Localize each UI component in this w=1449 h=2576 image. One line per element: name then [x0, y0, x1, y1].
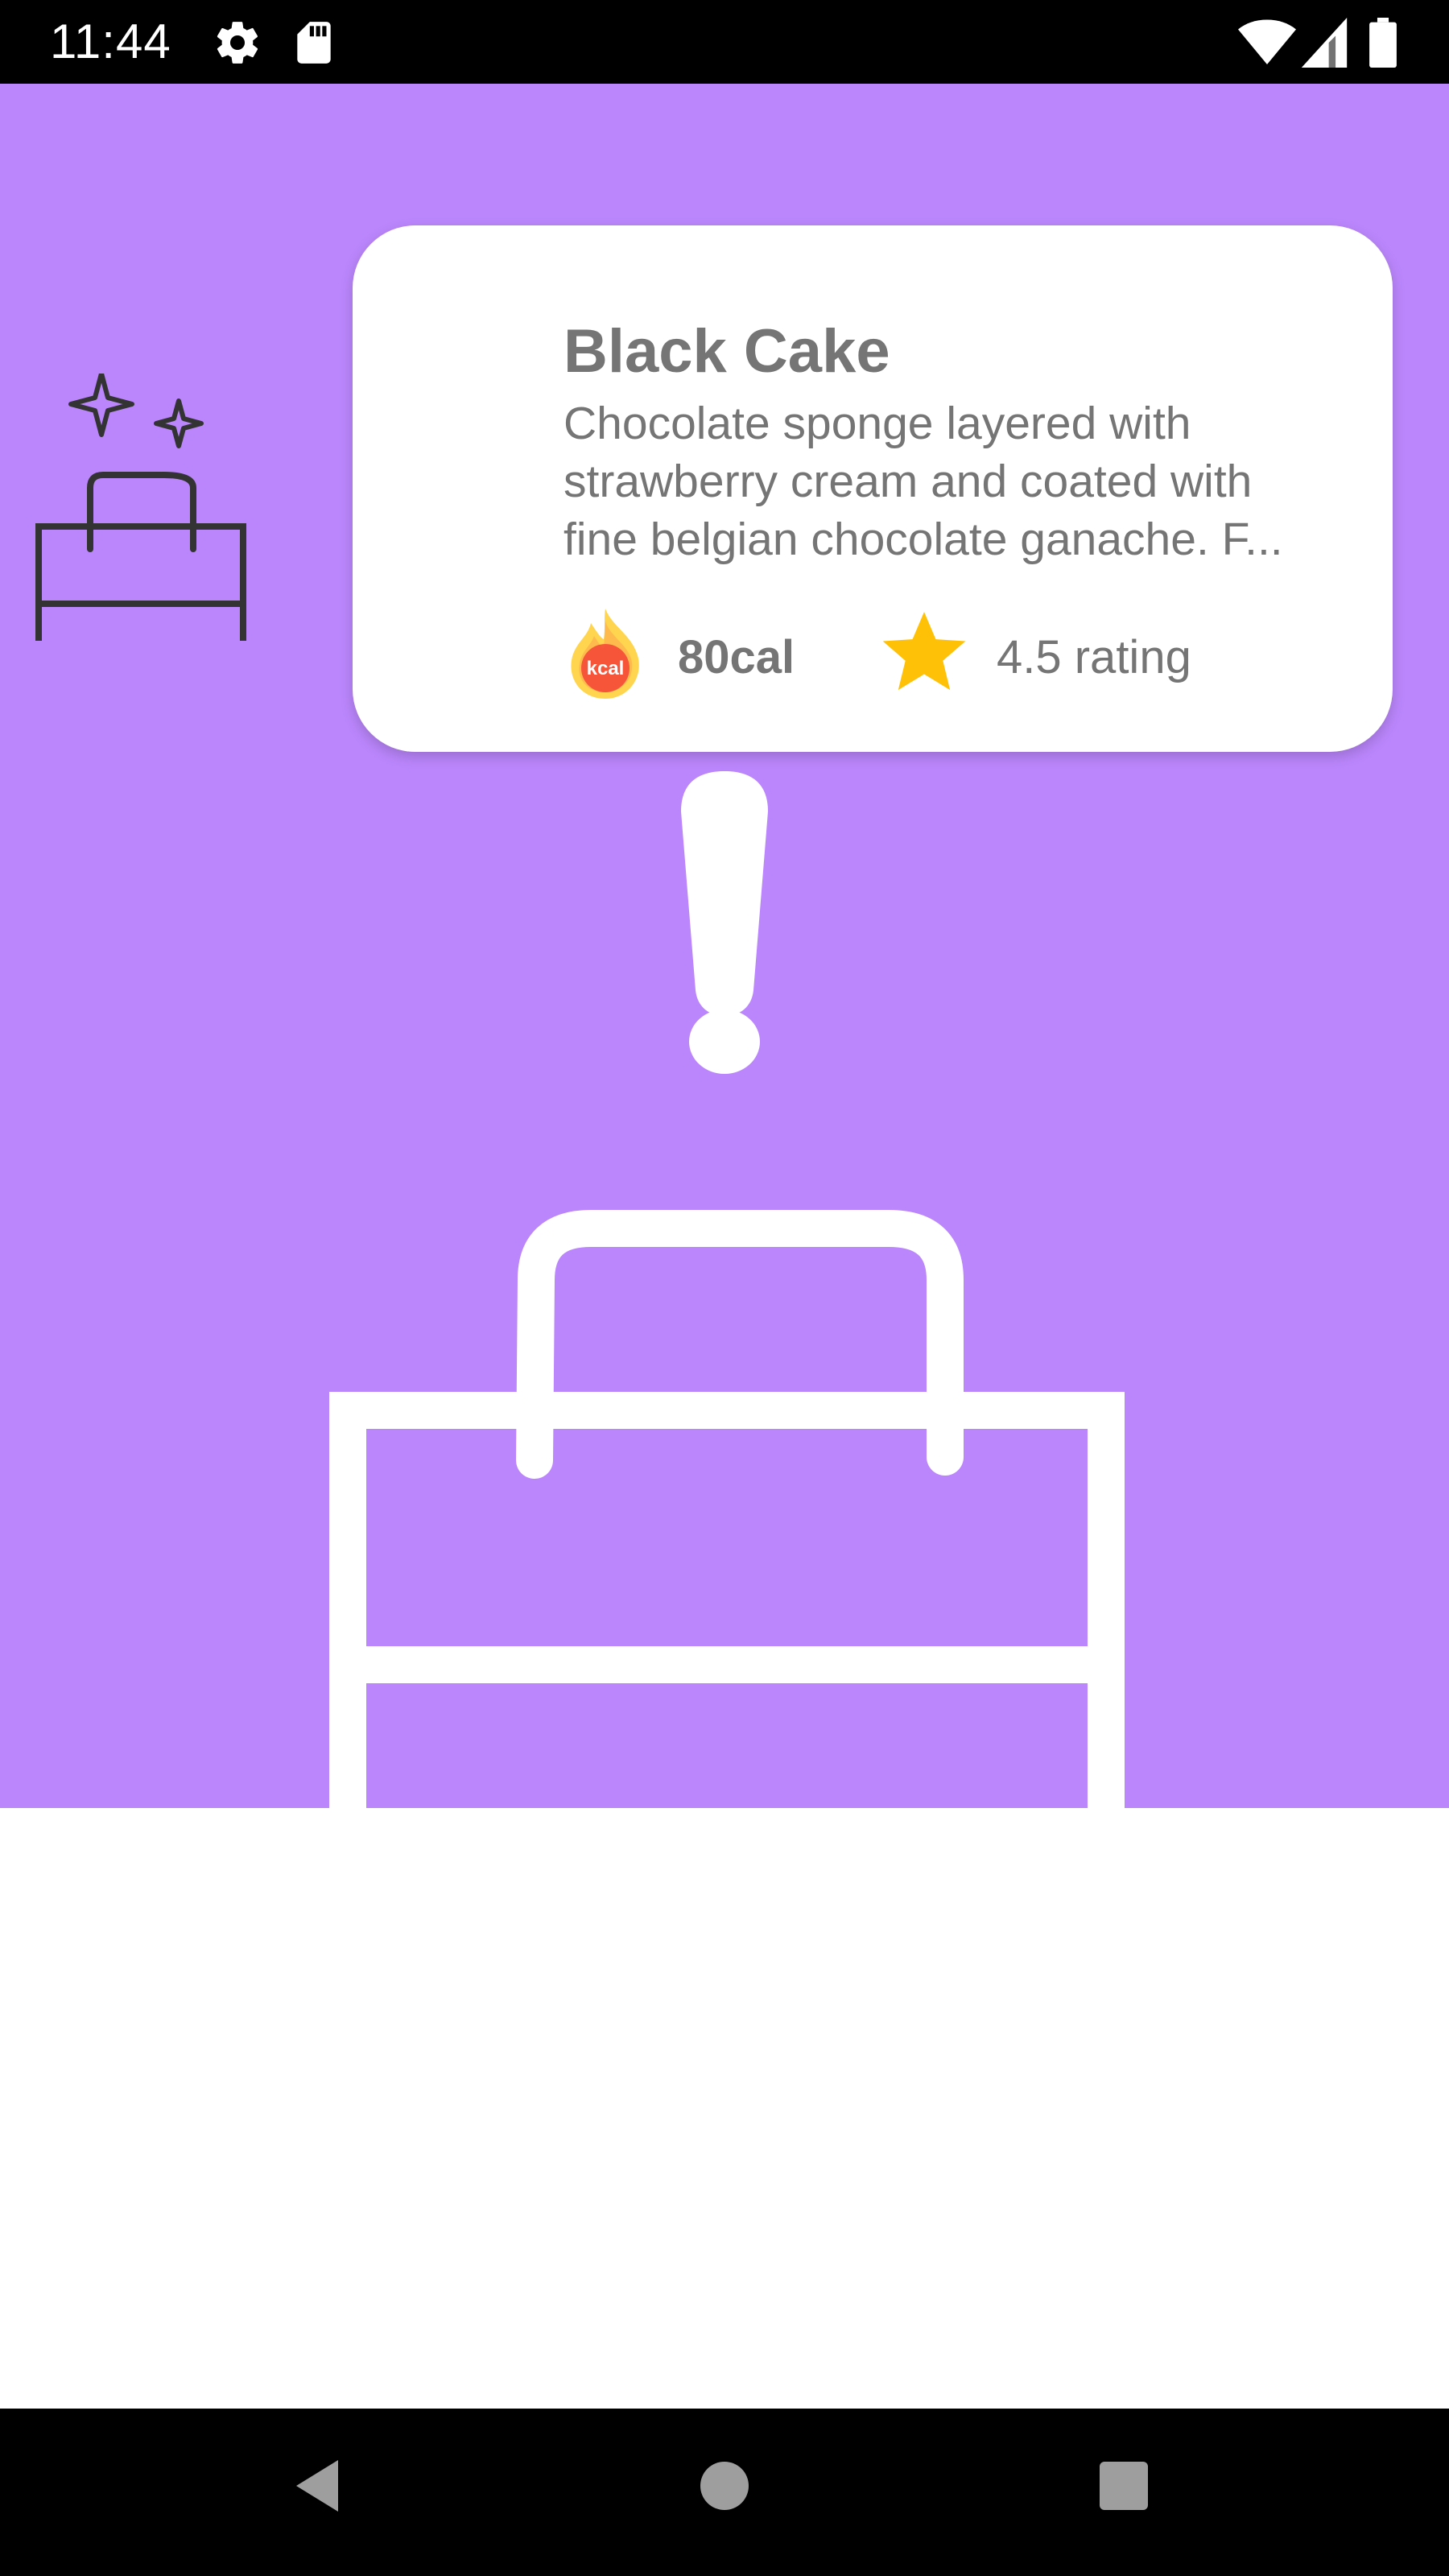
- settings-icon: [213, 18, 262, 72]
- hero-panel: Black Cake Chocolate sponge layered with…: [0, 84, 1449, 1808]
- food-card[interactable]: Black Cake Chocolate sponge layered with…: [353, 225, 1393, 752]
- description-line: strawberry cream and coated with: [564, 456, 1253, 507]
- back-icon[interactable]: [287, 2454, 351, 2522]
- battery-icon: [1368, 18, 1397, 72]
- kcal-flame-icon: kcal: [564, 605, 647, 706]
- wifi-icon: [1238, 18, 1296, 72]
- signal-icon: [1301, 18, 1348, 72]
- home-icon[interactable]: [692, 2454, 757, 2522]
- card-description: Chocolate sponge layered with strawberry…: [564, 394, 1368, 568]
- sd-card-icon: [291, 18, 336, 72]
- description-line: fine belgian chocolate ganache. F...: [564, 514, 1283, 565]
- recents-icon[interactable]: [1092, 2454, 1156, 2522]
- exclamation-icon: [676, 765, 773, 1083]
- calories-value: 80cal: [678, 631, 795, 683]
- status-bar: 11:44: [0, 0, 1449, 84]
- description-line: Chocolate sponge layered with: [564, 398, 1191, 449]
- kcal-icon-label: kcal: [587, 658, 625, 679]
- status-time: 11:44: [50, 14, 171, 68]
- navigation-bar: [0, 2409, 1449, 2576]
- sparkling-cake-icon: [32, 371, 250, 651]
- cake-outline-icon: [325, 1183, 1130, 1808]
- card-title: Black Cake: [564, 317, 890, 386]
- star-icon: [879, 609, 969, 700]
- rating-value: 4.5 rating: [997, 631, 1191, 683]
